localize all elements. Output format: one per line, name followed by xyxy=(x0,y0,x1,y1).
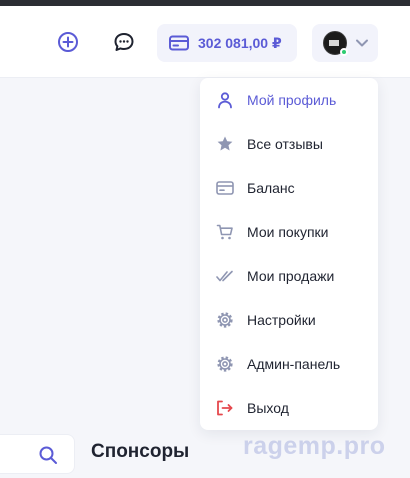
online-status-dot xyxy=(340,48,348,56)
search-icon xyxy=(39,446,57,464)
menu-item-reviews[interactable]: Все отзывы xyxy=(200,122,378,166)
menu-item-admin-panel[interactable]: Админ-панель xyxy=(200,342,378,386)
star-icon xyxy=(216,135,234,153)
menu-item-label: Админ-панель xyxy=(247,356,341,372)
menu-item-logout[interactable]: Выход xyxy=(200,386,378,430)
sponsors-title: Спонсоры xyxy=(91,441,190,462)
double-check-icon xyxy=(216,267,234,285)
menu-item-label: Настройки xyxy=(247,312,316,328)
logout-icon xyxy=(216,399,234,417)
user-icon xyxy=(216,91,234,109)
avatar xyxy=(323,31,348,56)
add-button[interactable] xyxy=(50,24,86,60)
menu-item-profile[interactable]: Мой профиль xyxy=(200,78,378,122)
menu-item-label: Выход xyxy=(247,400,289,416)
user-dropdown-menu: Мой профиль Все отзывы Баланс Мои покупк… xyxy=(200,78,378,430)
menu-item-label: Баланс xyxy=(247,180,295,196)
balance-button[interactable]: 302 081,00 ₽ xyxy=(157,24,297,62)
gear-icon xyxy=(216,311,234,329)
menu-item-sales[interactable]: Мои продажи xyxy=(200,254,378,298)
chat-bubble-icon xyxy=(114,33,134,51)
gear-icon xyxy=(216,355,234,373)
menu-item-label: Все отзывы xyxy=(247,136,323,152)
user-menu-toggle[interactable] xyxy=(312,24,378,62)
cart-icon xyxy=(216,223,234,241)
search-card xyxy=(0,434,75,474)
header: 302 081,00 ₽ xyxy=(0,6,410,78)
menu-item-purchases[interactable]: Мои покупки xyxy=(200,210,378,254)
menu-item-label: Мои продажи xyxy=(247,268,335,284)
plus-circle-icon xyxy=(58,32,78,52)
card-icon xyxy=(216,179,234,197)
watermark: ragemp.pro xyxy=(243,432,386,460)
messages-button[interactable] xyxy=(106,24,142,60)
menu-item-settings[interactable]: Настройки xyxy=(200,298,378,342)
search-button[interactable] xyxy=(38,445,58,465)
menu-item-balance[interactable]: Баланс xyxy=(200,166,378,210)
card-icon xyxy=(169,35,189,51)
chevron-down-icon xyxy=(356,39,368,47)
balance-amount: 302 081,00 ₽ xyxy=(198,34,282,51)
menu-item-label: Мои покупки xyxy=(247,224,329,240)
menu-item-label: Мой профиль xyxy=(247,92,337,108)
